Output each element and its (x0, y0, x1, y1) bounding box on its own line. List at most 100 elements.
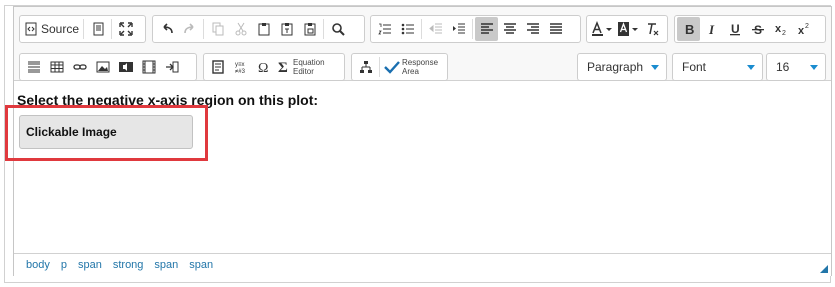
font-size-select[interactable]: 16 (766, 53, 826, 81)
copy-button[interactable] (206, 17, 229, 41)
preview-icon (91, 22, 105, 36)
chevron-down-icon (651, 64, 659, 70)
maximize-button[interactable] (114, 17, 137, 41)
underline-button[interactable]: U (723, 17, 746, 41)
paragraph-format-select[interactable]: Paragraph (577, 53, 667, 81)
find-button[interactable] (326, 17, 349, 41)
path-item-body[interactable]: body (26, 259, 50, 271)
paste-text-icon (280, 22, 294, 36)
align-right-button[interactable] (521, 17, 544, 41)
subscript-icon: x2 (774, 22, 788, 36)
background-color-button[interactable] (615, 17, 641, 41)
font-select[interactable]: Font (672, 53, 763, 81)
remove-format-button[interactable] (641, 17, 664, 41)
remove-format-icon (646, 22, 660, 36)
image-button[interactable] (91, 55, 114, 79)
svg-text:Σ: Σ (278, 60, 288, 74)
font-size-value: 16 (776, 60, 790, 74)
path-item-span[interactable]: span (78, 259, 102, 271)
align-center-icon (503, 22, 517, 36)
sitemap-button[interactable] (354, 55, 377, 79)
italic-button[interactable]: I (700, 17, 723, 41)
embed-button[interactable] (160, 55, 183, 79)
cut-button[interactable] (229, 17, 252, 41)
align-left-button[interactable] (475, 17, 498, 41)
editor-content-area[interactable]: Select the negative x-axis region on thi… (5, 82, 831, 252)
strikethrough-button[interactable]: S (746, 17, 769, 41)
checkmark-icon (384, 60, 400, 74)
equation-editor-button[interactable]: Σ Equation Editor (275, 55, 327, 79)
italic-icon: I (705, 22, 719, 36)
path-item-strong[interactable]: strong (113, 259, 144, 271)
paste-button[interactable] (252, 17, 275, 41)
sigma-icon: Σ (277, 60, 291, 74)
align-left-icon (480, 22, 494, 36)
numbered-list-icon (377, 22, 392, 36)
outdent-button[interactable] (424, 17, 447, 41)
resize-handle[interactable] (820, 265, 828, 273)
redo-button[interactable] (178, 17, 201, 41)
undo-button[interactable] (155, 17, 178, 41)
svg-text:x: x (775, 23, 782, 35)
numbered-list-button[interactable] (373, 17, 396, 41)
math-format-icon: y≡x ≠#3 (233, 60, 249, 74)
image-icon (96, 60, 110, 74)
audio-button[interactable] (114, 55, 137, 79)
toolbar-group-colors (586, 15, 668, 43)
paste-text-button[interactable] (275, 17, 298, 41)
source-label: Source (41, 22, 80, 36)
text-color-icon (591, 21, 613, 37)
table-button[interactable] (45, 55, 68, 79)
video-icon (142, 60, 156, 74)
equation-editor-label: Equation Editor (293, 58, 325, 76)
bulleted-list-button[interactable] (396, 17, 419, 41)
preview-button[interactable] (86, 17, 109, 41)
clickable-image-placeholder[interactable]: Clickable Image (19, 115, 193, 149)
chevron-down-icon (747, 64, 755, 70)
path-item-span[interactable]: span (154, 259, 178, 271)
toolbar-group-paragraph (370, 15, 581, 43)
subscript-button[interactable]: x2 (769, 17, 792, 41)
svg-text:2: 2 (782, 30, 786, 36)
bold-button[interactable]: B (677, 17, 700, 41)
element-path-bar: body p span strong span span (14, 253, 831, 276)
rich-text-editor: Source B I U S x 2 x 2 y≡x ≠#3 Ω Σ Equat… (5, 6, 832, 276)
question-heading: Select the negative x-axis region on thi… (17, 92, 319, 108)
response-area-label: Response Area (402, 58, 439, 76)
superscript-icon: x2 (797, 22, 811, 36)
video-button[interactable] (137, 55, 160, 79)
maximize-icon (118, 22, 133, 36)
superscript-button[interactable]: x2 (792, 17, 815, 41)
outdent-icon (428, 22, 443, 36)
path-item-p[interactable]: p (61, 259, 67, 271)
toolbar-group-clipboard (152, 15, 365, 43)
svg-text:B: B (685, 22, 694, 36)
source-icon (24, 22, 38, 36)
path-item-span[interactable]: span (189, 259, 213, 271)
link-button[interactable] (68, 55, 91, 79)
indent-button[interactable] (447, 17, 470, 41)
chevron-down-icon (810, 64, 818, 70)
paragraph-format-value: Paragraph (587, 60, 644, 74)
copy-icon (211, 22, 225, 36)
math-format-button[interactable]: y≡x ≠#3 (229, 55, 252, 79)
align-justify-button[interactable] (544, 17, 567, 41)
toolbar-group-basic-styles: B I U S x2 x2 (674, 15, 826, 43)
svg-text:x: x (798, 25, 805, 36)
source-button[interactable]: Source (22, 17, 81, 41)
paste-word-button[interactable] (298, 17, 321, 41)
svg-text:U: U (731, 22, 740, 36)
horizontal-rule-icon (27, 60, 41, 74)
response-area-button[interactable]: Response Area (382, 55, 440, 79)
align-right-icon (526, 22, 540, 36)
align-center-button[interactable] (498, 17, 521, 41)
search-icon (331, 22, 345, 36)
undo-icon (160, 22, 174, 36)
sitemap-icon (359, 60, 373, 74)
horizontal-rule-button[interactable] (22, 55, 45, 79)
text-box-button[interactable] (206, 55, 229, 79)
special-character-button[interactable]: Ω (252, 55, 275, 79)
scissors-icon (234, 22, 248, 36)
toolbar-group-response: Response Area (351, 53, 448, 81)
text-color-button[interactable] (589, 17, 615, 41)
